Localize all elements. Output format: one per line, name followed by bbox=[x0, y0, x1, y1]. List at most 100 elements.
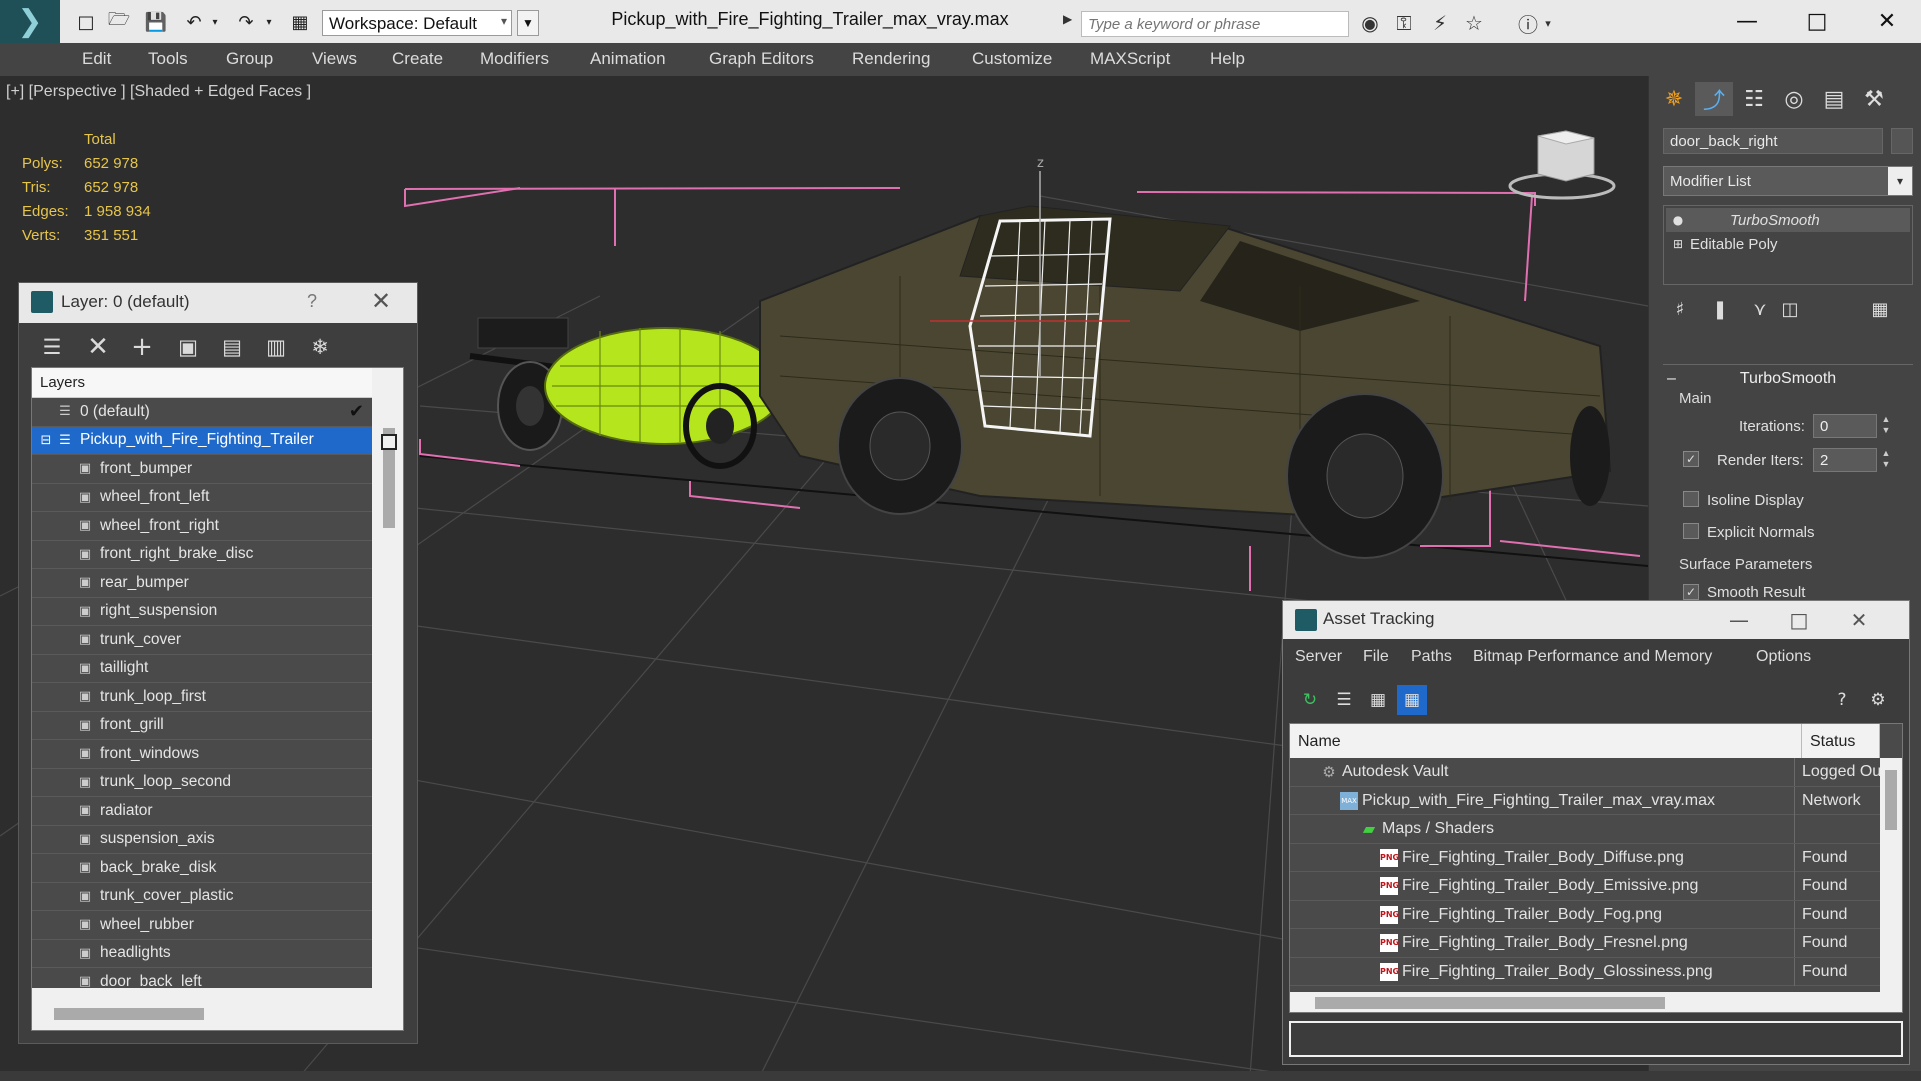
layer-row[interactable]: ▣ front_bumper bbox=[32, 455, 372, 484]
hide-all-layers-icon[interactable]: ▥ bbox=[259, 331, 293, 363]
object-color-swatch[interactable] bbox=[1891, 128, 1913, 154]
list-view-icon[interactable]: ☰ bbox=[1329, 685, 1359, 715]
menu-views[interactable]: Views bbox=[312, 49, 357, 69]
layer-row[interactable]: ▣ headlights bbox=[32, 940, 372, 968]
modify-tab-icon[interactable]: ⤴ bbox=[1695, 82, 1733, 116]
hierarchy-tab-icon[interactable]: ☷ bbox=[1735, 82, 1773, 116]
help-dropdown-icon[interactable]: ▾ bbox=[1540, 10, 1556, 36]
layer-row[interactable]: ▣ door_back_left bbox=[32, 968, 372, 988]
project-folder-icon[interactable]: ▦ bbox=[286, 9, 314, 35]
close-icon[interactable]: ✕ bbox=[371, 287, 391, 315]
create-tab-icon[interactable]: ✵ bbox=[1655, 82, 1693, 116]
menu-customize[interactable]: Customize bbox=[972, 49, 1052, 69]
add-to-layer-icon[interactable]: + bbox=[125, 331, 159, 363]
viewcube[interactable] bbox=[1508, 130, 1616, 200]
collapse-icon[interactable]: ⊟ bbox=[40, 433, 52, 448]
sign-in-icon[interactable]: ⚡ bbox=[1424, 10, 1456, 36]
layer-list-hscrollbar[interactable] bbox=[32, 988, 372, 1030]
asset-row[interactable]: ⚙ Autodesk Vault Logged Out bbox=[1290, 758, 1880, 787]
close-icon[interactable]: ✕ bbox=[1829, 603, 1889, 637]
menu-paths[interactable]: Paths bbox=[1411, 648, 1452, 666]
lightbulb-icon[interactable]: ● bbox=[1666, 213, 1690, 227]
undo-icon[interactable]: ↶ bbox=[180, 9, 208, 35]
asset-table-scrollbar[interactable] bbox=[1880, 758, 1902, 1012]
render-iters-checkbox[interactable]: ✓ bbox=[1683, 451, 1699, 467]
object-name-field[interactable]: door_back_right bbox=[1663, 128, 1883, 154]
menu-rendering[interactable]: Rendering bbox=[852, 49, 930, 69]
create-layer-icon[interactable]: ☰ bbox=[35, 331, 69, 363]
motion-tab-icon[interactable]: ◎ bbox=[1775, 82, 1813, 116]
asset-row[interactable]: PNG Fire_Fighting_Trailer_Body_Glossiness… bbox=[1290, 957, 1880, 986]
utilities-tab-icon[interactable]: ⚒ bbox=[1855, 82, 1893, 116]
layer-row[interactable]: ▣ back_brake_disk bbox=[32, 854, 372, 883]
redo-dropdown-icon[interactable]: ▾ bbox=[262, 9, 276, 35]
highlight-selected-layer-icon[interactable]: ▤ bbox=[215, 331, 249, 363]
new-file-icon[interactable]: □ bbox=[72, 9, 100, 35]
layer-row[interactable]: ▣ taillight bbox=[32, 655, 372, 683]
select-objects-in-layer-icon[interactable]: ▣ bbox=[171, 331, 205, 363]
stack-item-editable-poly[interactable]: ⊞ Editable Poly bbox=[1666, 232, 1910, 256]
menu-server[interactable]: Server bbox=[1295, 648, 1342, 666]
asset-row[interactable]: MAX Pickup_with_Fire_Fighting_Trailer_max… bbox=[1290, 786, 1880, 815]
help-icon[interactable]: ? bbox=[307, 291, 317, 312]
isoline-display-checkbox[interactable] bbox=[1683, 491, 1699, 507]
workspace-menu-button[interactable]: ▼ bbox=[517, 10, 539, 36]
layer-row[interactable]: ▣ trunk_loop_first bbox=[32, 683, 372, 712]
workspace-select[interactable]: Workspace: Default ▾ bbox=[322, 10, 512, 36]
render-iters-spinner[interactable]: 2 bbox=[1813, 448, 1877, 472]
key-icon[interactable]: ⚿ bbox=[1388, 10, 1420, 36]
layer-row[interactable]: ▣ right_suspension bbox=[32, 598, 372, 626]
layer-row[interactable]: ▣ wheel_rubber bbox=[32, 911, 372, 940]
favorites-star-icon[interactable]: ☆ bbox=[1458, 10, 1490, 36]
layer-row[interactable]: ▣ front_windows bbox=[32, 740, 372, 769]
open-file-icon[interactable]: 🗁 bbox=[105, 9, 133, 35]
vault-help-icon[interactable]: ⚙ bbox=[1863, 685, 1893, 715]
column-header-name[interactable]: Name bbox=[1290, 724, 1802, 758]
layer-row[interactable]: ▣ radiator bbox=[32, 797, 372, 826]
expand-plus-icon[interactable]: ⊞ bbox=[1666, 237, 1690, 251]
layer-row[interactable]: ▣ trunk_cover bbox=[32, 626, 372, 655]
layer-row[interactable]: ⊟ ☰ Pickup_with_Fire_Fighting_Trailer bbox=[32, 426, 372, 455]
layer-row[interactable]: ▣ front_right_brake_disc bbox=[32, 541, 372, 569]
redo-icon[interactable]: ↷ bbox=[232, 9, 260, 35]
active-layer-check-icon[interactable]: ✔ bbox=[349, 401, 364, 422]
close-icon[interactable]: ✕ bbox=[1852, 0, 1921, 43]
save-file-icon[interactable]: 💾 bbox=[142, 9, 170, 35]
undo-dropdown-icon[interactable]: ▾ bbox=[208, 9, 222, 35]
layer-row[interactable]: ▣ trunk_loop_second bbox=[32, 769, 372, 797]
freeze-all-layers-icon[interactable]: ❄ bbox=[303, 331, 337, 363]
layer-row[interactable]: ▣ wheel_front_left bbox=[32, 484, 372, 512]
search-input[interactable] bbox=[1081, 11, 1349, 37]
layer-row[interactable]: ▣ suspension_axis bbox=[32, 826, 372, 854]
minimize-icon[interactable]: — bbox=[1709, 603, 1769, 637]
menu-create[interactable]: Create bbox=[392, 49, 443, 69]
configure-modifier-sets-icon[interactable]: ▦ bbox=[1863, 292, 1897, 326]
layer-row[interactable]: ▣ rear_bumper bbox=[32, 569, 372, 598]
menu-file[interactable]: File bbox=[1363, 648, 1389, 666]
menu-maxscript[interactable]: MAXScript bbox=[1090, 49, 1170, 69]
pin-stack-icon[interactable]: ♯ bbox=[1663, 292, 1697, 326]
menu-graph-editors[interactable]: Graph Editors bbox=[709, 49, 814, 69]
layer-row[interactable]: ▣ trunk_cover_plastic bbox=[32, 883, 372, 911]
explicit-normals-checkbox[interactable] bbox=[1683, 523, 1699, 539]
menu-animation[interactable]: Animation bbox=[590, 49, 666, 69]
menu-edit[interactable]: Edit bbox=[82, 49, 111, 69]
asset-table-hscrollbar[interactable] bbox=[1290, 992, 1880, 1012]
make-unique-icon[interactable]: ⋎ bbox=[1743, 292, 1777, 326]
app-logo[interactable]: ❯ bbox=[0, 0, 60, 43]
layer-panel-titlebar[interactable]: Layer: 0 (default) ? ✕ bbox=[19, 283, 417, 323]
scrollbar-thumb[interactable] bbox=[1885, 770, 1897, 830]
maximize-icon[interactable]: □ bbox=[1782, 0, 1852, 43]
show-end-result-icon[interactable]: ❚ bbox=[1703, 292, 1737, 326]
modifier-list-dropdown[interactable]: Modifier List ▾ bbox=[1663, 166, 1913, 196]
layer-list-scrollbar[interactable] bbox=[377, 398, 403, 1018]
minimize-icon[interactable]: — bbox=[1712, 0, 1782, 43]
layer-row[interactable]: ☰ 0 (default) ✔ bbox=[32, 398, 372, 427]
refresh-icon[interactable]: ↻ bbox=[1295, 685, 1325, 715]
viewport-label[interactable]: [+] [Perspective ] [Shaded + Edged Faces… bbox=[6, 83, 311, 101]
iterations-spinner[interactable]: 0 bbox=[1813, 414, 1877, 438]
maximize-icon[interactable]: □ bbox=[1769, 603, 1829, 637]
tree-view-icon[interactable]: ▦ bbox=[1363, 685, 1393, 715]
help-icon[interactable]: ? bbox=[1827, 685, 1857, 715]
asset-row[interactable]: PNG Fire_Fighting_Trailer_Body_Diffuse.pn… bbox=[1290, 843, 1880, 872]
